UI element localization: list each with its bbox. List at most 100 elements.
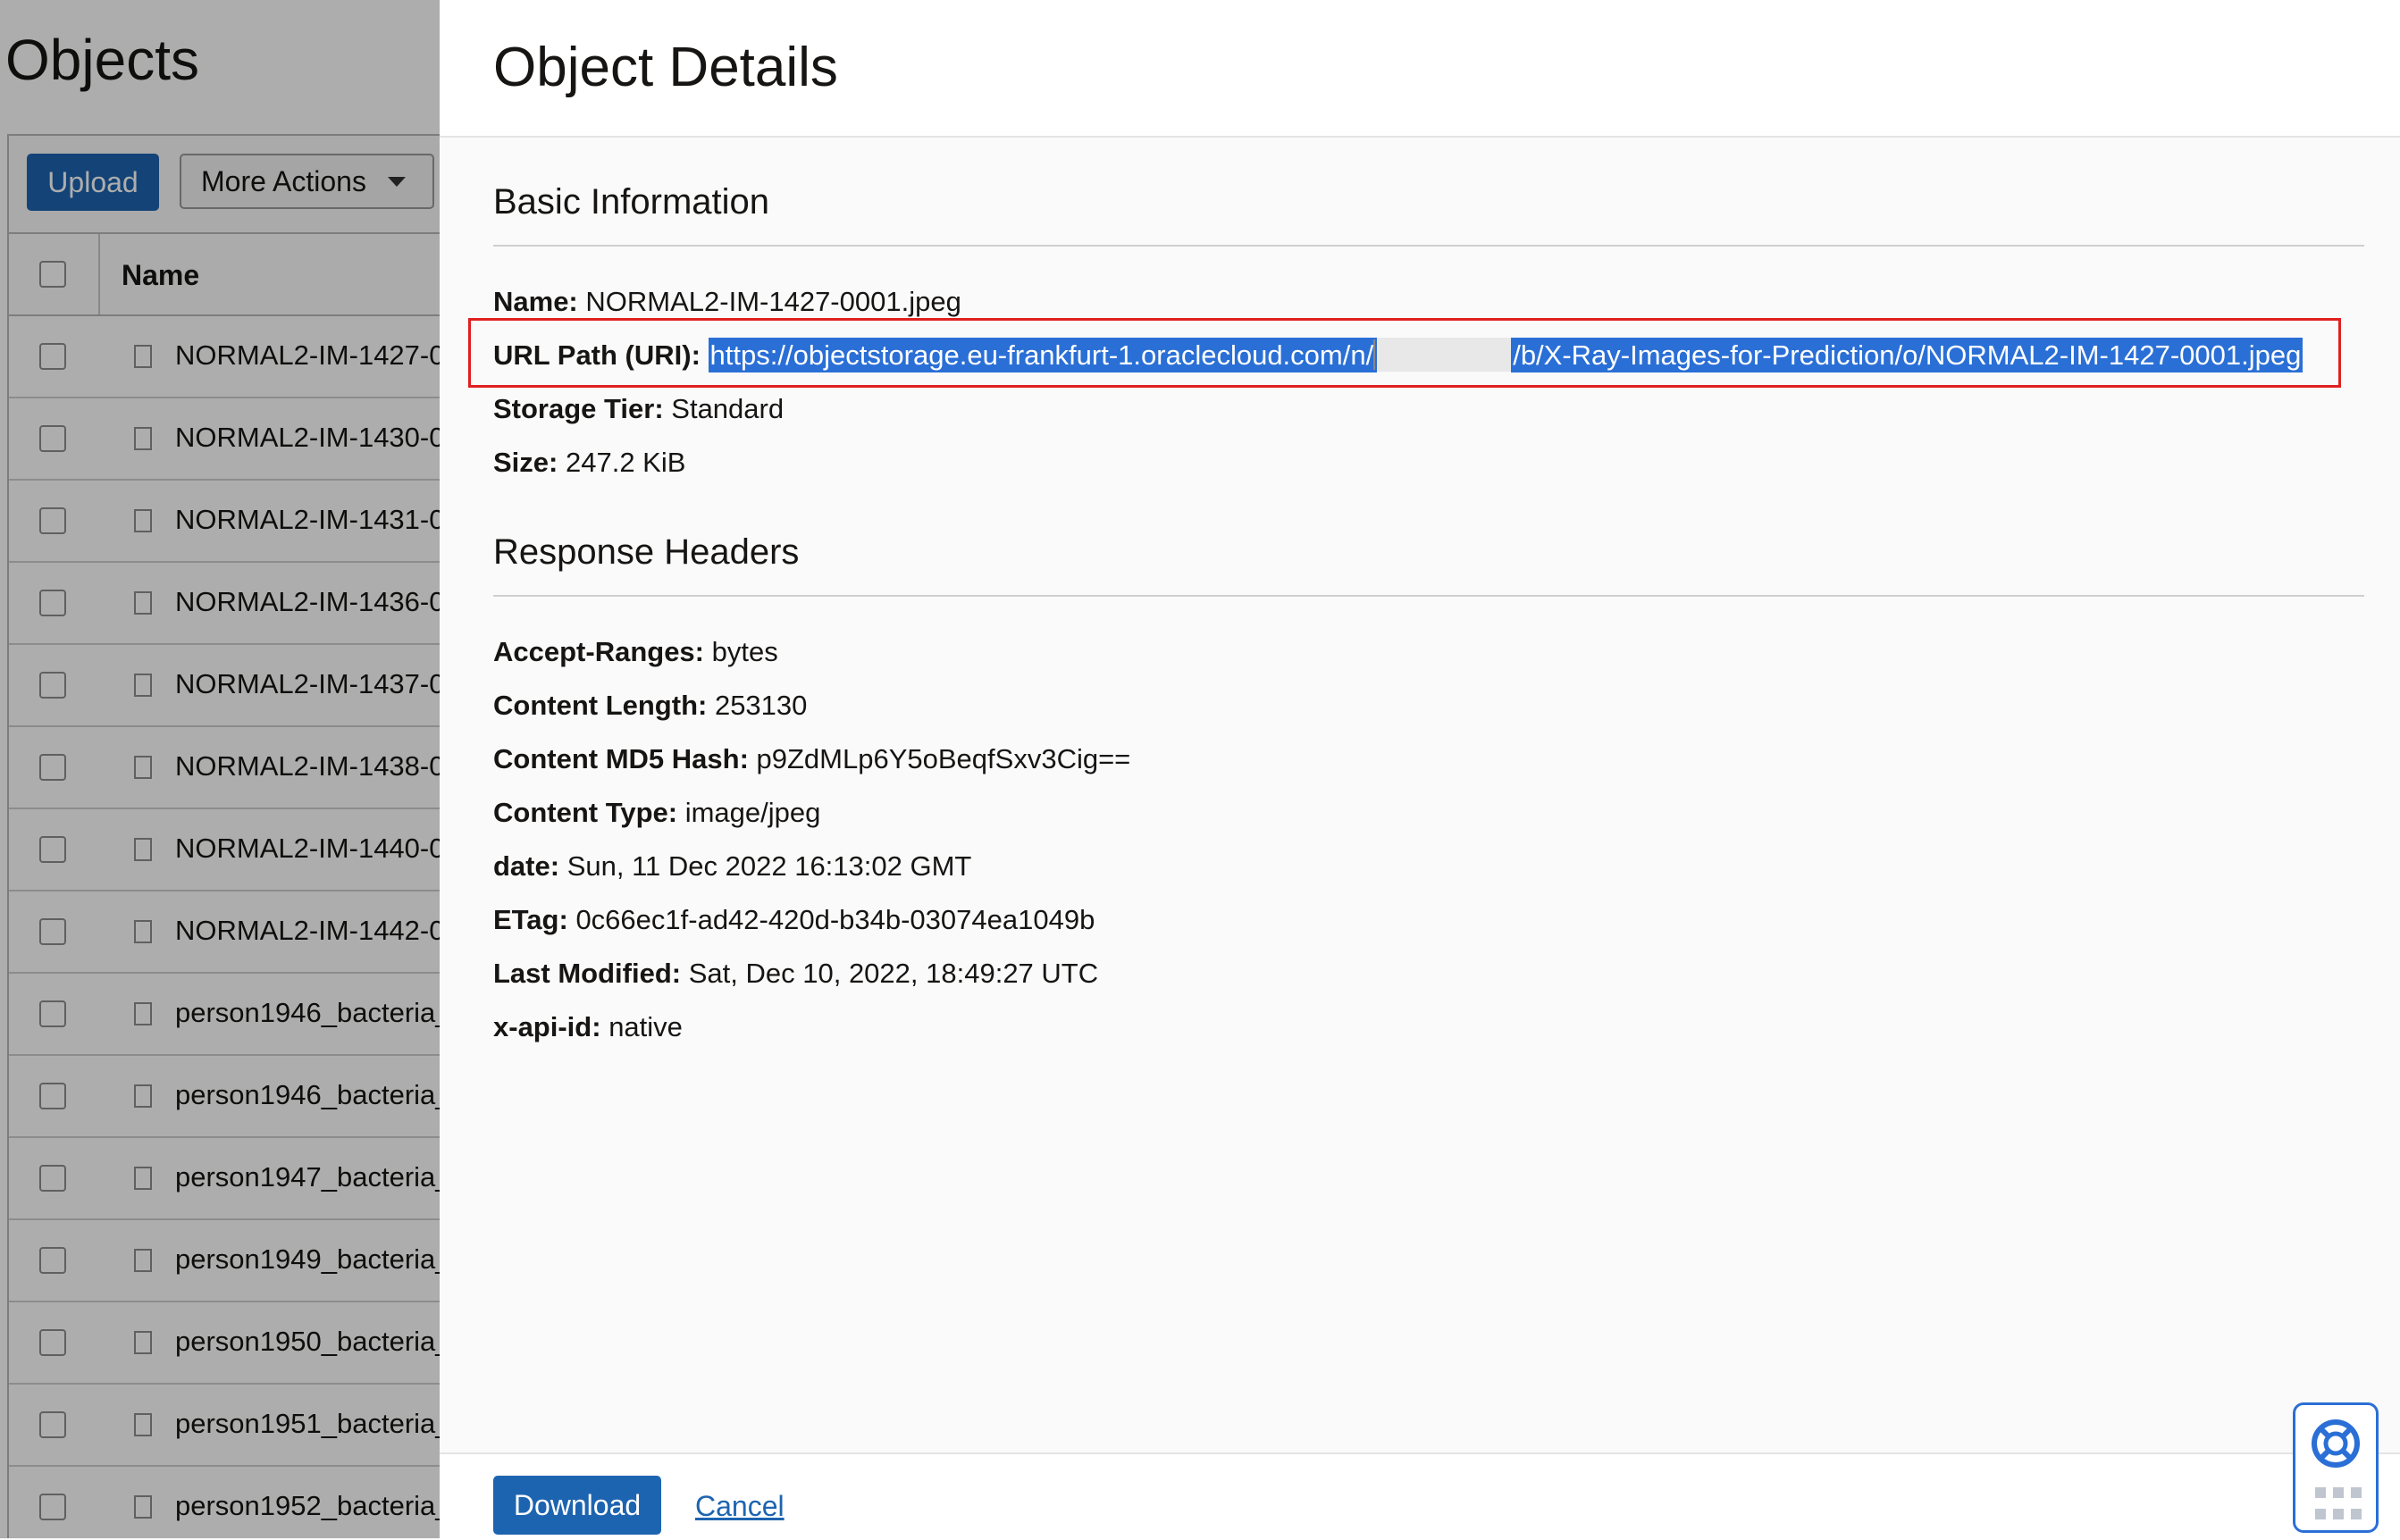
- file-icon: [134, 1495, 152, 1519]
- header-label: Content Length:: [493, 690, 708, 721]
- header-label: Last Modified:: [493, 958, 682, 989]
- table-row[interactable]: NORMAL2-IM-1440-0: [9, 809, 440, 891]
- file-icon: [134, 1084, 152, 1108]
- table-row[interactable]: person1952_bacteria_: [9, 1467, 440, 1538]
- header-label: date:: [493, 850, 560, 882]
- header-value: 0c66ec1f-ad42-420d-b34b-03074ea1049b: [575, 904, 1095, 935]
- file-icon: [134, 838, 152, 861]
- table-row[interactable]: NORMAL2-IM-1431-0: [9, 481, 440, 563]
- row-checkbox[interactable]: [39, 425, 66, 452]
- file-icon: [134, 1249, 152, 1272]
- section-divider: [493, 595, 2364, 597]
- object-details-drawer: Object Details Basic Information Name: N…: [440, 0, 2400, 1540]
- select-all-checkbox[interactable]: [39, 261, 66, 288]
- header-item: x-api-id: native: [493, 1011, 683, 1043]
- object-name[interactable]: NORMAL2-IM-1431-0: [175, 504, 440, 536]
- storage-tier-value: Standard: [671, 393, 785, 424]
- url-suffix[interactable]: /b/X-Ray-Images-for-Prediction/o/NORMAL2…: [1511, 338, 2303, 372]
- name-column-header[interactable]: Name: [122, 259, 199, 292]
- table-row[interactable]: person1949_bacteria_: [9, 1220, 440, 1302]
- url-field: URL Path (URI): https://objectstorage.eu…: [493, 337, 2303, 372]
- row-checkbox[interactable]: [39, 1000, 66, 1027]
- object-name[interactable]: NORMAL2-IM-1442-0: [175, 915, 440, 947]
- download-button[interactable]: Download: [493, 1476, 661, 1535]
- header-label: Content MD5 Hash:: [493, 743, 749, 774]
- table-row[interactable]: person1951_bacteria_: [9, 1385, 440, 1467]
- file-icon: [134, 509, 152, 532]
- object-name[interactable]: person1950_bacteria_: [175, 1326, 440, 1358]
- object-name[interactable]: person1946_bacteria_: [175, 1079, 440, 1111]
- file-icon: [134, 1413, 152, 1436]
- row-checkbox[interactable]: [39, 672, 66, 699]
- url-value[interactable]: https://objectstorage.eu-frankfurt-1.ora…: [708, 338, 1378, 372]
- row-checkbox[interactable]: [39, 1247, 66, 1274]
- object-name[interactable]: person1946_bacteria_: [175, 997, 440, 1029]
- table-body: NORMAL2-IM-1427-0 NORMAL2-IM-1430-0 NORM…: [9, 316, 440, 1538]
- table-row[interactable]: NORMAL2-IM-1442-0: [9, 891, 440, 974]
- size-value: 247.2 KiB: [565, 447, 686, 478]
- table-row[interactable]: person1946_bacteria_: [9, 1056, 440, 1138]
- row-checkbox[interactable]: [39, 836, 66, 863]
- header-value: p9ZdMLp6Y5oBeqfSxv3Cig==: [756, 743, 1131, 774]
- lifebuoy-icon: [2312, 1419, 2360, 1468]
- storage-tier-field: Storage Tier: Standard: [493, 393, 784, 425]
- size-field: Size: 247.2 KiB: [493, 447, 685, 479]
- object-name[interactable]: NORMAL2-IM-1436-0: [175, 586, 440, 618]
- object-name[interactable]: person1952_bacteria_: [175, 1490, 440, 1522]
- cancel-link[interactable]: Cancel: [695, 1490, 785, 1523]
- row-checkbox[interactable]: [39, 343, 66, 370]
- row-checkbox[interactable]: [39, 754, 66, 781]
- object-name[interactable]: person1951_bacteria_: [175, 1408, 440, 1440]
- object-name[interactable]: person1949_bacteria_: [175, 1243, 440, 1276]
- row-checkbox[interactable]: [39, 1329, 66, 1356]
- object-name[interactable]: NORMAL2-IM-1437-0: [175, 668, 440, 700]
- file-icon: [134, 1331, 152, 1354]
- object-name[interactable]: NORMAL2-IM-1438-0: [175, 750, 440, 783]
- table-row[interactable]: person1946_bacteria_: [9, 974, 440, 1056]
- table-row[interactable]: person1947_bacteria_: [9, 1138, 440, 1220]
- file-icon: [134, 1002, 152, 1025]
- file-icon: [134, 756, 152, 779]
- header-value: native: [608, 1011, 683, 1042]
- row-checkbox[interactable]: [39, 1165, 66, 1192]
- more-actions-label: More Actions: [201, 164, 366, 197]
- table-row[interactable]: NORMAL2-IM-1427-0: [9, 316, 440, 398]
- url-prefix: https://objectstorage.eu-frankfurt-1.ora…: [709, 339, 1374, 371]
- header-value: image/jpeg: [684, 797, 821, 828]
- header-item: ETag: 0c66ec1f-ad42-420d-b34b-03074ea104…: [493, 904, 1095, 936]
- objects-title: Objects: [5, 28, 199, 92]
- row-checkbox[interactable]: [39, 1494, 66, 1520]
- object-name[interactable]: NORMAL2-IM-1430-0: [175, 422, 440, 454]
- row-checkbox[interactable]: [39, 1083, 66, 1109]
- basic-info-heading: Basic Information: [493, 182, 770, 222]
- table-row[interactable]: NORMAL2-IM-1438-0: [9, 727, 440, 809]
- file-icon: [134, 920, 152, 943]
- row-checkbox[interactable]: [39, 918, 66, 945]
- section-divider: [493, 245, 2364, 247]
- url-label: URL Path (URI):: [493, 339, 701, 371]
- table-row[interactable]: person1950_bacteria_: [9, 1302, 440, 1385]
- row-checkbox[interactable]: [39, 1411, 66, 1438]
- object-name[interactable]: person1947_bacteria_: [175, 1161, 440, 1193]
- response-headers-heading: Response Headers: [493, 532, 800, 572]
- header-item: Content Type: image/jpeg: [493, 797, 820, 829]
- size-label: Size:: [493, 447, 558, 478]
- row-checkbox[interactable]: [39, 590, 66, 616]
- help-widget[interactable]: [2293, 1402, 2379, 1533]
- file-icon: [134, 1167, 152, 1190]
- table-row[interactable]: NORMAL2-IM-1436-0: [9, 563, 440, 645]
- table-row[interactable]: NORMAL2-IM-1437-0: [9, 645, 440, 727]
- object-name[interactable]: NORMAL2-IM-1440-0: [175, 833, 440, 865]
- table-row[interactable]: NORMAL2-IM-1430-0: [9, 398, 440, 481]
- objects-panel: Objects Upload More Actions Name NORMAL2…: [0, 0, 440, 1538]
- drawer-footer: Download Cancel: [440, 1452, 2400, 1540]
- more-actions-button[interactable]: More Actions: [180, 154, 434, 209]
- name-field: Name: NORMAL2-IM-1427-0001.jpeg: [493, 286, 961, 318]
- header-value: 253130: [714, 690, 808, 721]
- row-checkbox[interactable]: [39, 507, 66, 534]
- upload-button[interactable]: Upload: [27, 154, 159, 211]
- file-icon: [134, 674, 152, 697]
- file-icon: [134, 345, 152, 368]
- object-name[interactable]: NORMAL2-IM-1427-0: [175, 339, 440, 372]
- header-value: Sat, Dec 10, 2022, 18:49:27 UTC: [688, 958, 1099, 989]
